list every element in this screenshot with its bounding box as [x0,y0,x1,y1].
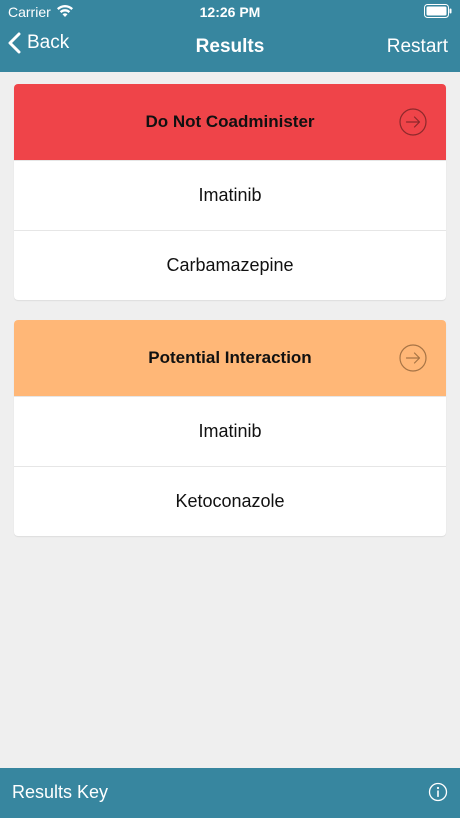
arrow-right-circle-icon[interactable] [399,344,427,372]
results-screen: Carrier 12:26 PM Back Results Restart Do… [0,0,460,818]
results-key-button[interactable]: Results Key [12,782,108,803]
top-bar: Carrier 12:26 PM Back Results Restart [0,0,460,72]
drug-row: Imatinib [14,160,446,230]
drug-row: Imatinib [14,396,446,466]
arrow-right-circle-icon[interactable] [399,108,427,136]
group-header-label: Potential Interaction [148,348,312,367]
drug-row: Carbamazepine [14,230,446,300]
battery-icon [424,4,452,18]
info-icon[interactable] [428,782,448,802]
group-header-potential-interaction[interactable]: Potential Interaction [14,320,446,396]
group-header-do-not-coadminister[interactable]: Do Not Coadminister [14,84,446,160]
drug-row: Ketoconazole [14,466,446,536]
result-group-do-not-coadminister: Do Not Coadminister Imatinib Carbamazepi… [14,84,446,300]
navigation-bar: Back Results Restart [0,24,460,72]
bottom-bar: Results Key [0,768,460,818]
group-header-label: Do Not Coadminister [145,112,315,131]
clock: 12:26 PM [199,4,261,20]
status-bar: Carrier 12:26 PM [0,0,460,24]
restart-button[interactable]: Restart [387,36,448,58]
result-group-potential-interaction: Potential Interaction Imatinib Ketoconaz… [14,320,446,536]
